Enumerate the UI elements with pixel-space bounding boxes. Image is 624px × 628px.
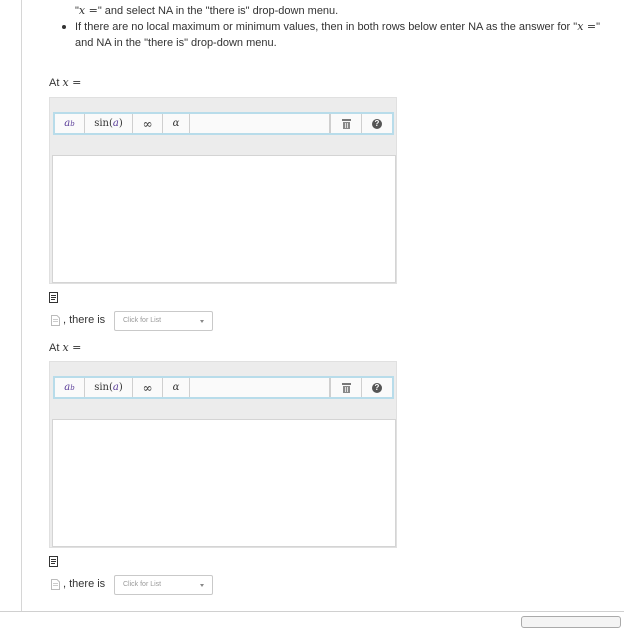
at-x-label: At x = [49, 76, 82, 89]
bottom-button-partial[interactable] [521, 616, 621, 628]
help-icon: ? [372, 382, 382, 393]
superscript-button[interactable]: ab [55, 114, 85, 133]
math-editor: ab sin(a) ∞ α ? [49, 361, 397, 548]
infinity-button[interactable]: ∞ [133, 114, 163, 133]
toolbar-spacer [190, 114, 330, 133]
instruction-line-2: If there are no local maximum or minimum… [75, 20, 601, 33]
bottom-divider [0, 611, 624, 612]
document-icon[interactable] [49, 556, 58, 567]
infinity-button[interactable]: ∞ [133, 378, 163, 397]
at-x-label: At x = [49, 341, 82, 354]
there-is-label: , there is [63, 578, 106, 590]
page-icon [51, 315, 60, 326]
left-border [21, 0, 22, 612]
answer-input-area[interactable] [52, 419, 396, 547]
help-button[interactable]: ? [362, 378, 392, 397]
sin-button[interactable]: sin(a) [85, 114, 133, 133]
instruction-line-3: and NA in the "there is" drop-down menu. [75, 37, 277, 49]
sin-button[interactable]: sin(a) [85, 378, 133, 397]
bullet [62, 25, 66, 29]
there-is-dropdown[interactable]: Click for List [114, 311, 213, 331]
document-icon[interactable] [49, 292, 58, 303]
instruction-line-1: "x =" and select NA in the "there is" dr… [75, 4, 339, 17]
clear-button[interactable] [330, 378, 362, 397]
chevron-down-icon [200, 584, 204, 587]
help-icon: ? [372, 118, 382, 129]
chevron-down-icon [200, 320, 204, 323]
toolbar-spacer [190, 378, 330, 397]
math-editor: ab sin(a) ∞ α ? [49, 97, 397, 284]
there-is-label: , there is [63, 314, 106, 326]
greek-letters-button[interactable]: α [163, 114, 190, 133]
greek-letters-button[interactable]: α [163, 378, 190, 397]
page-icon [51, 579, 60, 590]
math-toolbar: ab sin(a) ∞ α ? [53, 376, 394, 399]
there-is-dropdown[interactable]: Click for List [114, 575, 213, 595]
superscript-button[interactable]: ab [55, 378, 85, 397]
trash-icon [341, 382, 351, 393]
math-toolbar: ab sin(a) ∞ α ? [53, 112, 394, 135]
answer-input-area[interactable] [52, 155, 396, 283]
help-button[interactable]: ? [362, 114, 392, 133]
clear-button[interactable] [330, 114, 362, 133]
trash-icon [341, 118, 351, 129]
